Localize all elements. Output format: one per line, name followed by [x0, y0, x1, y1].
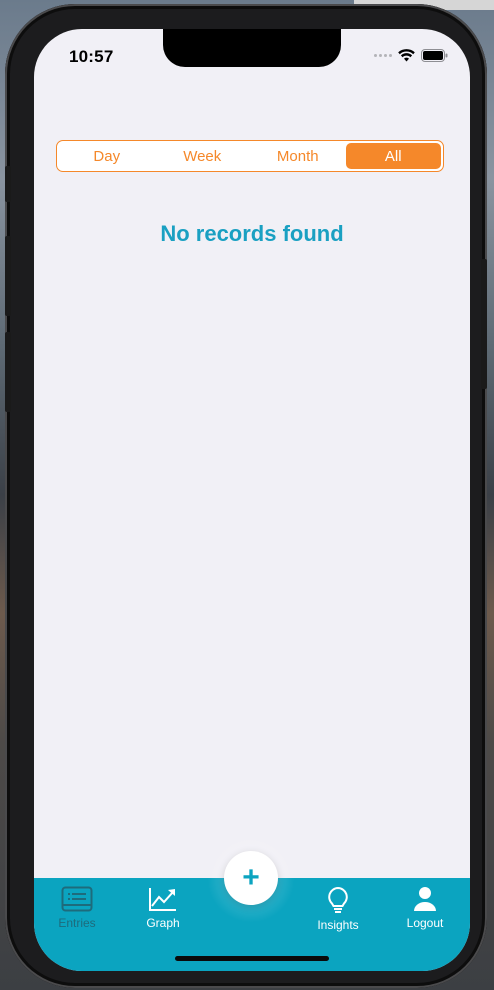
tab-entries[interactable]: Entries [37, 886, 117, 930]
filter-all[interactable]: All [345, 143, 441, 169]
status-indicators [374, 49, 448, 62]
status-time: 10:57 [69, 47, 114, 66]
signal-icon [374, 54, 392, 57]
battery-icon [421, 49, 448, 62]
chart-icon [148, 886, 178, 912]
home-indicator [175, 956, 329, 961]
period-filter: Day Week Month All [56, 140, 444, 172]
empty-state-message: No records found [160, 221, 344, 246]
tab-insights[interactable]: Insights [298, 886, 378, 932]
filter-day[interactable]: Day [59, 143, 155, 169]
tab-graph[interactable]: Graph [123, 886, 203, 930]
notch [163, 29, 341, 67]
tab-logout[interactable]: Logout [385, 886, 465, 930]
app-screen: 10:57 Day Week Month All No records foun… [34, 29, 470, 971]
silent-switch [5, 166, 11, 202]
person-icon [413, 886, 437, 912]
power-button [481, 259, 487, 389]
tab-insights-label: Insights [317, 918, 359, 932]
tab-graph-label: Graph [146, 916, 180, 930]
add-entry-button[interactable]: + [224, 851, 278, 905]
tab-entries-label: Entries [58, 916, 96, 930]
volume-up-button [5, 236, 11, 316]
tab-logout-label: Logout [406, 916, 444, 930]
phone-frame: 10:57 Day Week Month All No records foun… [5, 4, 487, 988]
filter-week[interactable]: Week [155, 143, 251, 169]
wifi-icon [398, 49, 415, 62]
list-icon [61, 886, 93, 912]
volume-down-button [5, 332, 11, 412]
filter-month[interactable]: Month [250, 143, 346, 169]
lightbulb-icon [326, 886, 350, 914]
